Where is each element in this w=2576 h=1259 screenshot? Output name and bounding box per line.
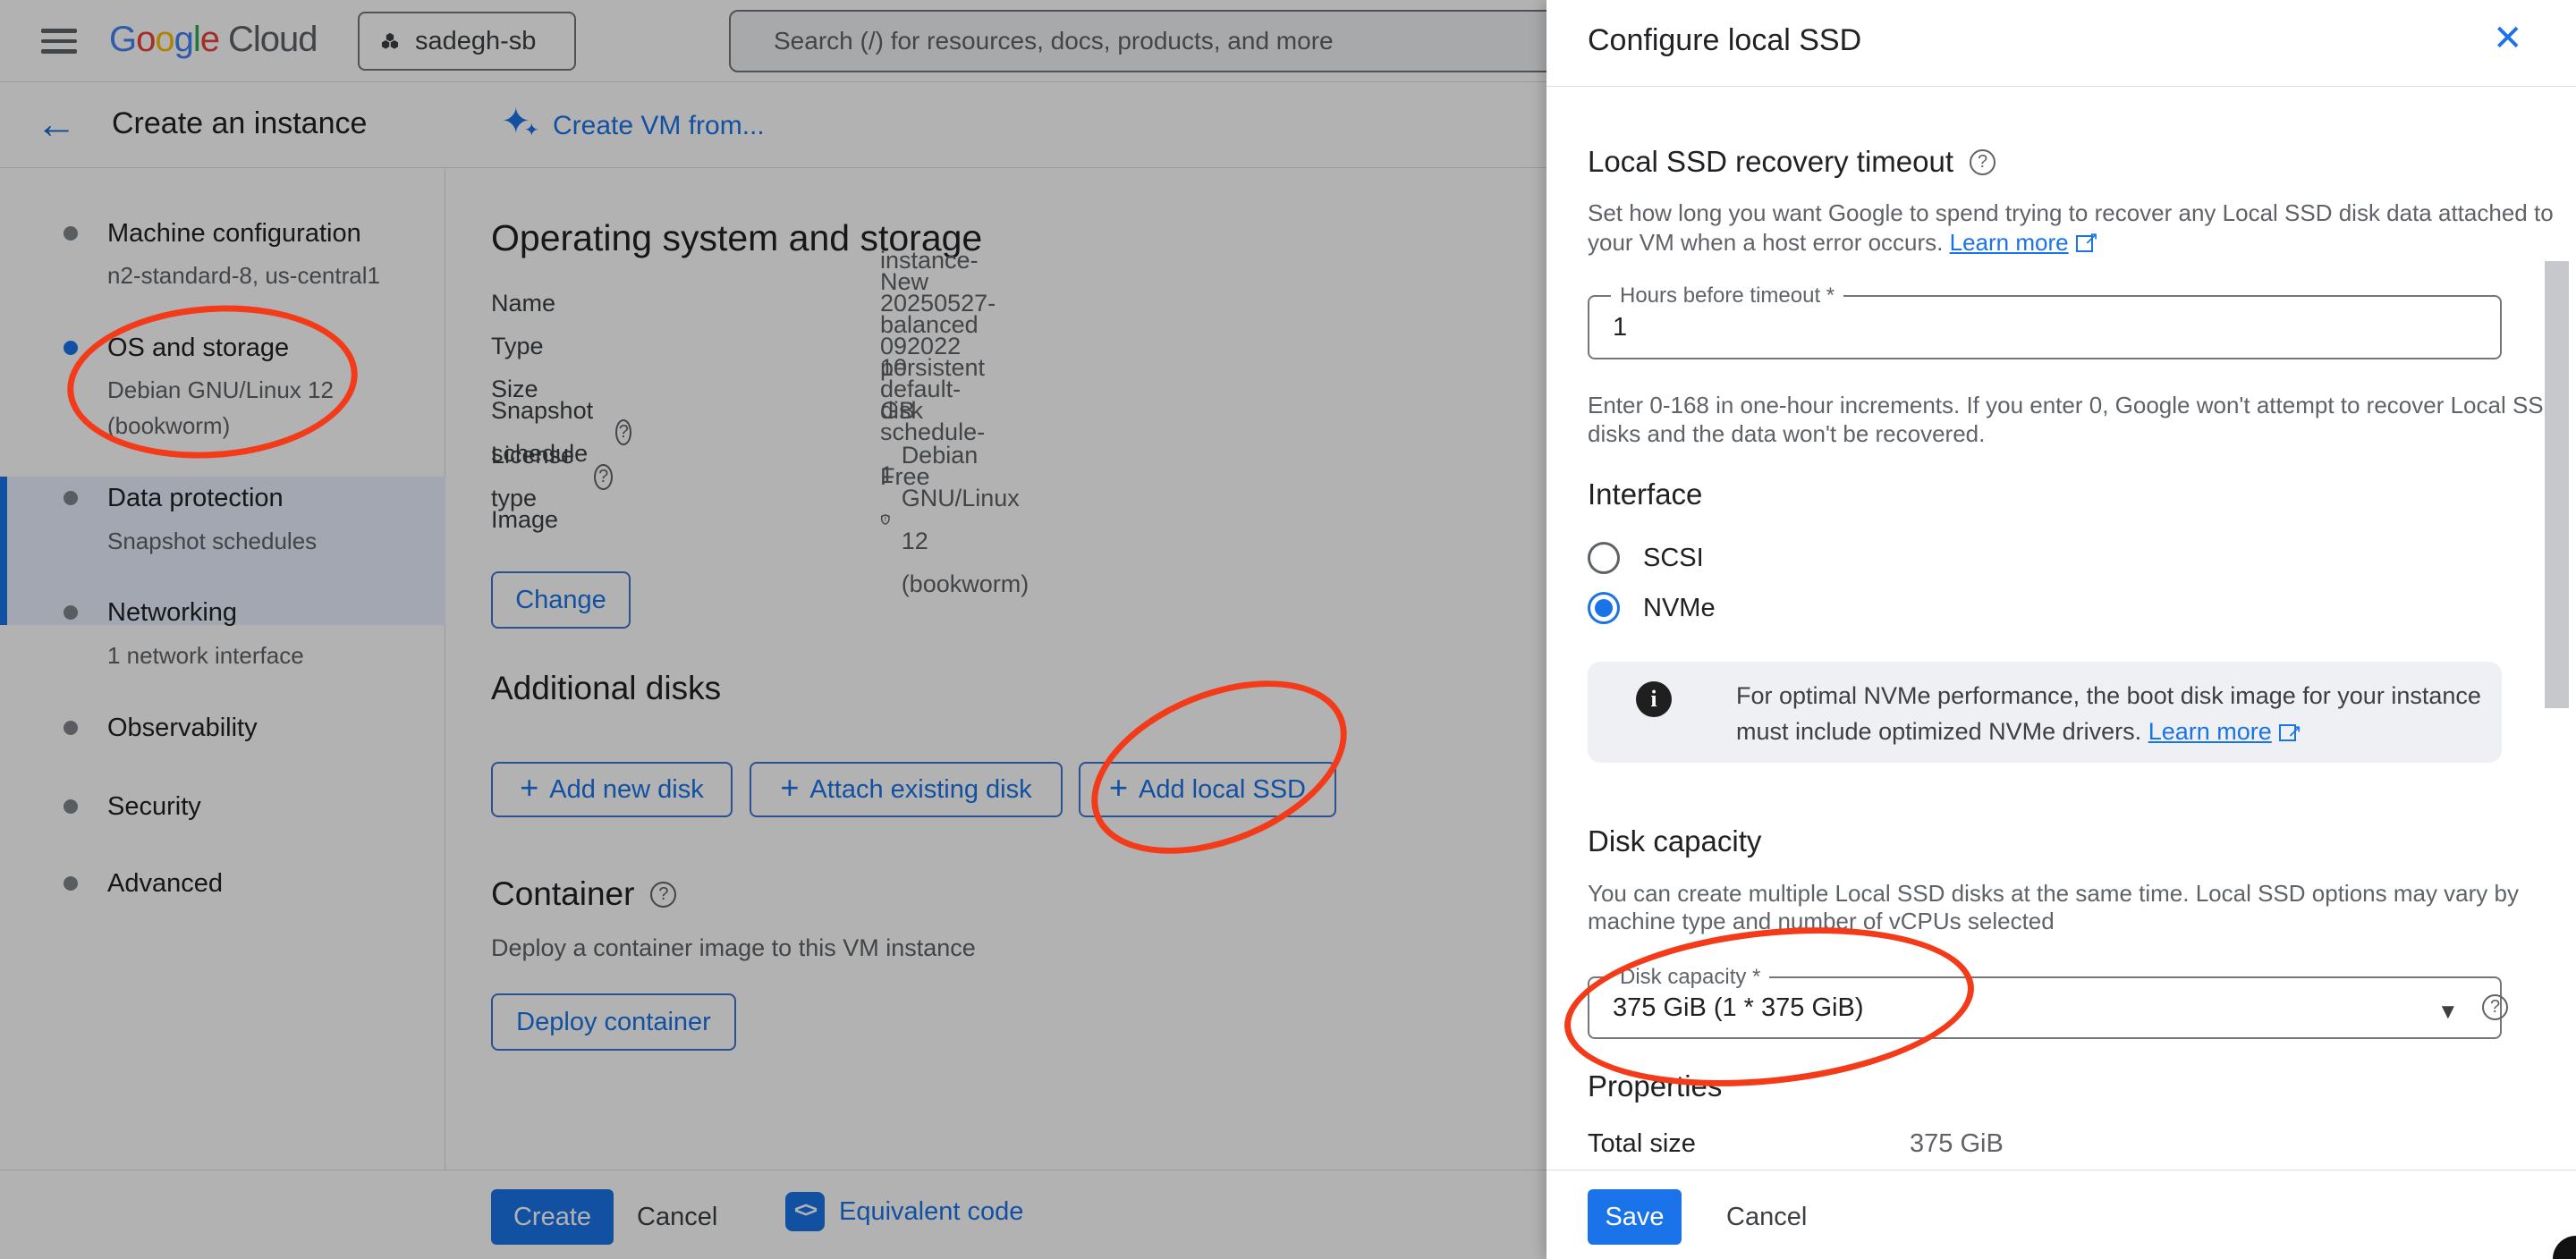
- properties-title: Properties: [1588, 1069, 1722, 1103]
- learn-more-link[interactable]: Learn more: [2148, 718, 2272, 745]
- divider: [1546, 86, 2576, 87]
- panel-title: Configure local SSD: [1588, 23, 1861, 58]
- disk-capacity-select[interactable]: Disk capacity * 375 GiB (1 * 375 GiB): [1588, 976, 2502, 1039]
- panel-action-bar: Save Cancel: [1546, 1170, 2576, 1259]
- total-size-label: Total size: [1588, 1129, 1696, 1159]
- radio-selected-icon: [1588, 592, 1620, 624]
- description-line: You can create multiple Local SSD disks …: [1588, 880, 2519, 908]
- panel-cancel-button[interactable]: Cancel: [1726, 1203, 1807, 1232]
- interface-title: Interface: [1588, 477, 1702, 511]
- save-button[interactable]: Save: [1588, 1189, 1682, 1245]
- save-button-label: Save: [1605, 1203, 1664, 1232]
- disk-capacity-title: Disk capacity: [1588, 824, 1761, 858]
- helper-line: disks and the data won't be recovered.: [1588, 419, 2560, 448]
- disk-capacity-description: You can create multiple Local SSD disks …: [1588, 880, 2519, 935]
- dropdown-arrow-icon[interactable]: [2437, 1000, 2459, 1025]
- recovery-timeout-title-row: Local SSD recovery timeout: [1588, 145, 1996, 179]
- helper-line: Enter 0-168 in one-hour increments. If y…: [1588, 391, 2560, 419]
- learn-more-link[interactable]: Learn more: [1950, 229, 2069, 256]
- description-line: Set how long you want Google to spend tr…: [1588, 199, 2554, 228]
- help-icon[interactable]: [1970, 149, 1996, 175]
- close-icon[interactable]: [2493, 18, 2523, 59]
- hours-before-timeout-field: Hours before timeout *: [1588, 295, 2502, 359]
- description-line: your VM when a host error occurs.: [1588, 229, 1943, 256]
- modal-scrim: [0, 0, 1546, 1259]
- scrollbar-thumb[interactable]: [2545, 261, 2569, 708]
- info-icon: [1636, 681, 1672, 717]
- external-link-icon: [2279, 720, 2301, 741]
- screen: GoogleCloud sadegh-sb ← Create an instan…: [0, 0, 2576, 1259]
- radio-unselected-icon: [1588, 542, 1620, 574]
- help-icon[interactable]: [2482, 994, 2508, 1020]
- external-link-icon: [2076, 231, 2097, 252]
- recovery-timeout-title: Local SSD recovery timeout: [1588, 145, 1953, 179]
- hours-helper-text: Enter 0-168 in one-hour increments. If y…: [1588, 391, 2560, 448]
- radio-scsi[interactable]: SCSI: [1588, 542, 1704, 574]
- recovery-timeout-description: Set how long you want Google to spend tr…: [1588, 199, 2554, 258]
- hours-before-timeout-input[interactable]: [1613, 313, 2239, 342]
- info-line: For optimal NVMe performance, the boot d…: [1736, 682, 2385, 709]
- configure-local-ssd-panel: Configure local SSD Local SSD recovery t…: [1546, 0, 2576, 1259]
- nvme-info-text: For optimal NVMe performance, the boot d…: [1736, 678, 2502, 749]
- nvme-info-banner: For optimal NVMe performance, the boot d…: [1588, 662, 2502, 763]
- radio-nvme[interactable]: NVMe: [1588, 592, 1716, 624]
- total-size-value: 375 GiB: [1910, 1129, 2004, 1159]
- disk-capacity-select-value: 375 GiB (1 * 375 GiB): [1613, 978, 1863, 1037]
- description-line: machine type and number of vCPUs selecte…: [1588, 908, 2519, 935]
- radio-scsi-label: SCSI: [1643, 544, 1704, 573]
- radio-nvme-label: NVMe: [1643, 594, 1716, 623]
